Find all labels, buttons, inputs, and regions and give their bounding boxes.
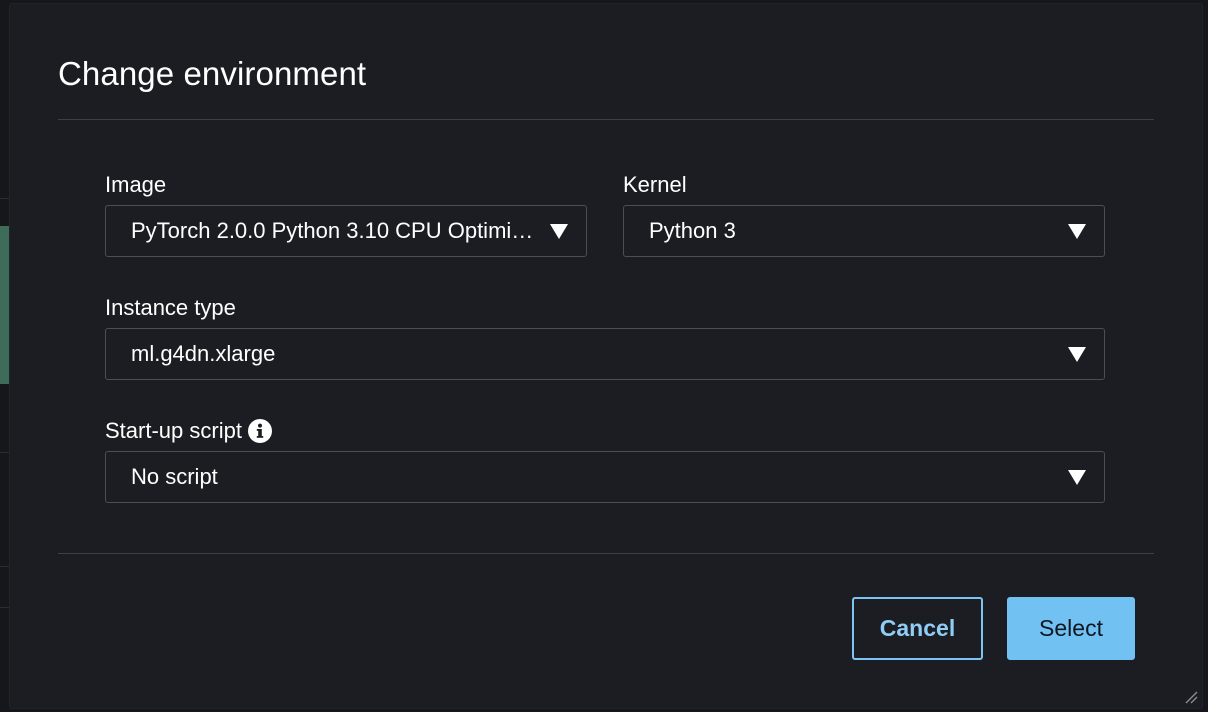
info-icon[interactable] xyxy=(247,419,272,443)
background-divider xyxy=(0,198,10,199)
startup-script-select[interactable]: No script xyxy=(105,451,1105,503)
background-panel-strip xyxy=(0,226,10,384)
background-divider xyxy=(0,452,10,453)
kernel-label: Kernel xyxy=(623,172,687,197)
footer-divider xyxy=(58,553,1154,554)
background-divider xyxy=(0,566,10,567)
chevron-down-icon xyxy=(550,223,568,239)
kernel-select[interactable]: Python 3 xyxy=(623,205,1105,257)
image-select-value: PyTorch 2.0.0 Python 3.10 CPU Optimized xyxy=(131,218,536,243)
instance-type-select-value: ml.g4dn.xlarge xyxy=(131,341,276,366)
instance-type-select[interactable]: ml.g4dn.xlarge xyxy=(105,328,1105,380)
chevron-down-icon xyxy=(1068,469,1086,485)
image-label: Image xyxy=(105,172,167,197)
startup-script-label-row: Start-up script xyxy=(105,418,272,444)
chevron-down-icon xyxy=(1068,346,1086,362)
resize-handle-icon[interactable] xyxy=(1184,690,1198,704)
startup-script-select-value: No script xyxy=(131,464,218,489)
select-button[interactable]: Select xyxy=(1007,597,1135,660)
kernel-select-value: Python 3 xyxy=(649,218,736,243)
cancel-button[interactable]: Cancel xyxy=(852,597,983,660)
header-divider xyxy=(58,119,1154,120)
change-environment-dialog: Change environment Image PyTorch 2.0.0 P… xyxy=(10,4,1202,708)
background-divider xyxy=(0,607,10,608)
startup-script-label: Start-up script xyxy=(105,418,242,443)
instance-type-label: Instance type xyxy=(105,295,236,320)
dialog-title: Change environment xyxy=(58,55,367,92)
image-select[interactable]: PyTorch 2.0.0 Python 3.10 CPU Optimized xyxy=(105,205,587,257)
chevron-down-icon xyxy=(1068,223,1086,239)
